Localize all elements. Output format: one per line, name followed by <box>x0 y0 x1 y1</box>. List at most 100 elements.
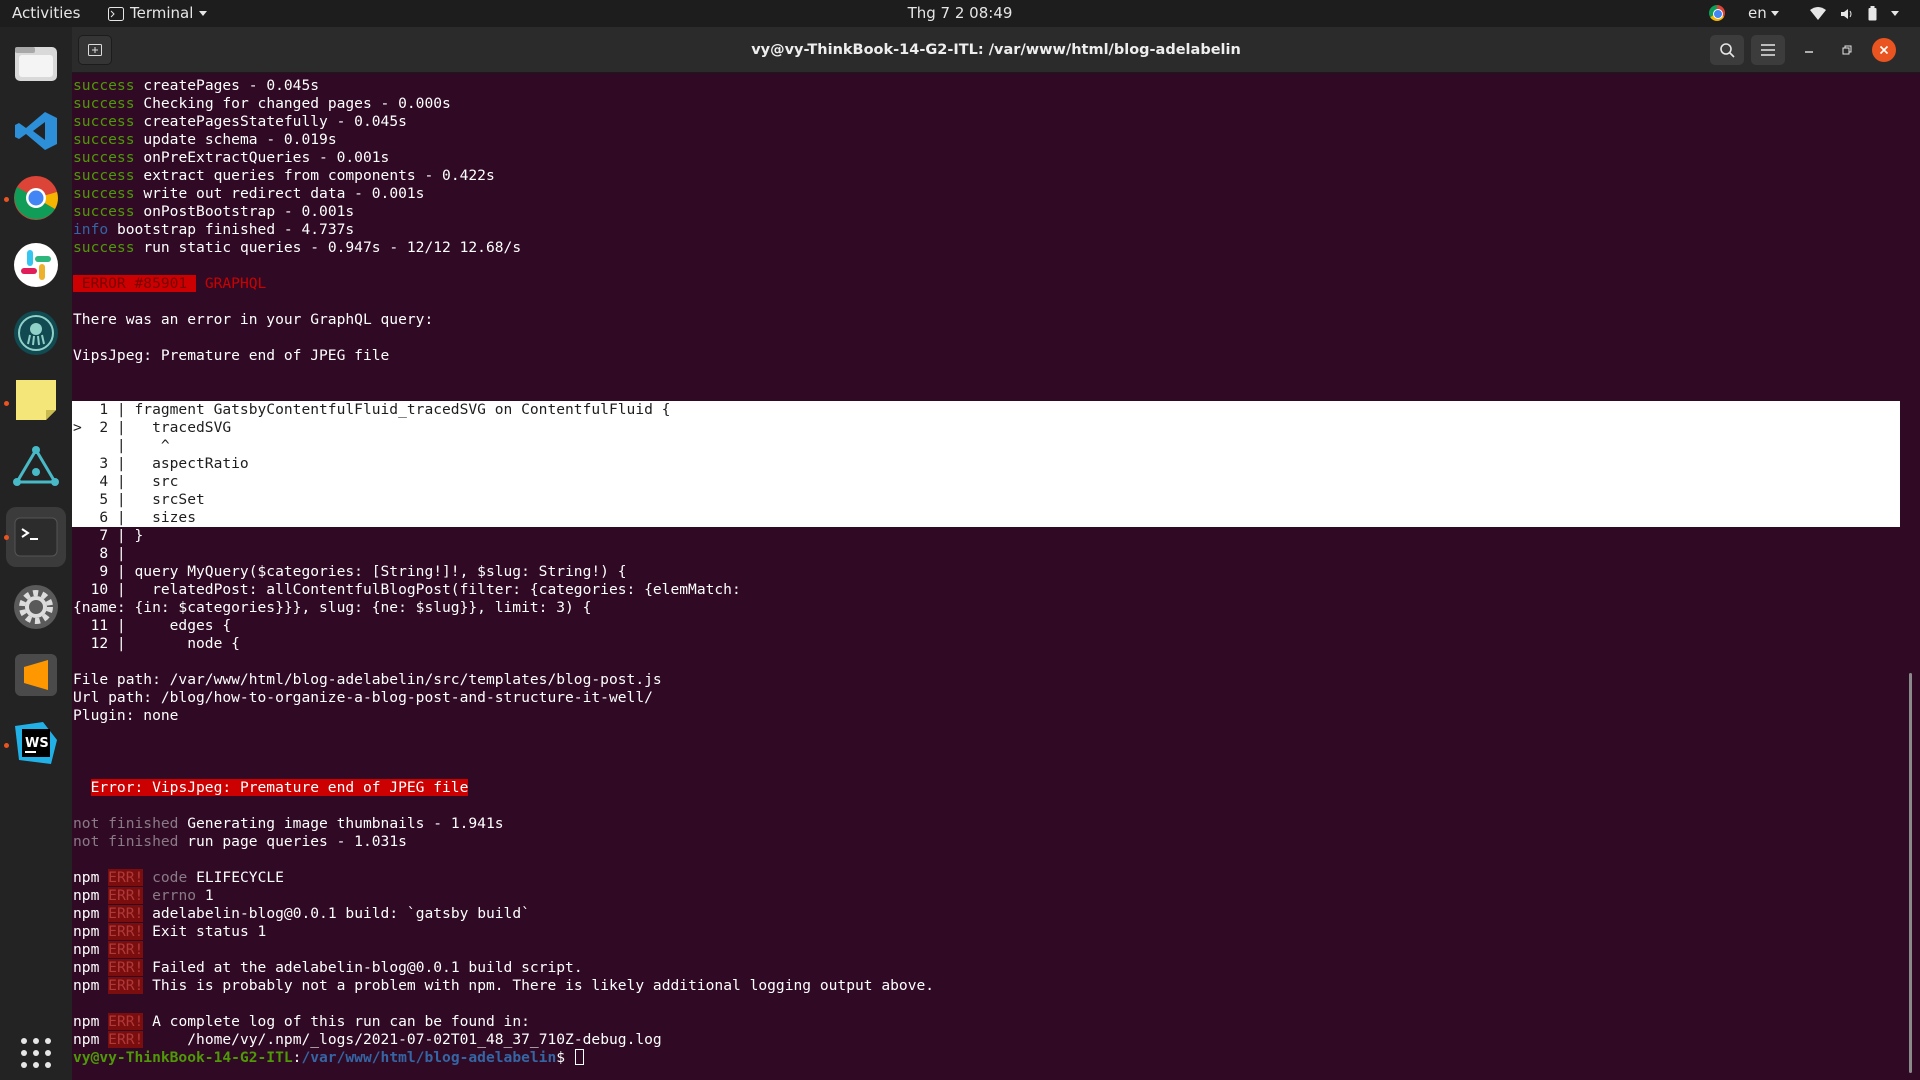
npm-prefix: npm <box>73 887 100 904</box>
npm-prefix: npm <box>73 923 100 940</box>
terminal-icon <box>14 517 58 557</box>
language-label: en <box>1748 4 1767 22</box>
npm-err-badge: ERR! <box>108 959 144 976</box>
step-text: onPostBootstrap - 0.001s <box>143 203 355 220</box>
wifi-icon <box>1810 7 1826 20</box>
running-indicator <box>4 401 9 406</box>
terminal-line: success onPostBootstrap - 0.001s <box>73 203 1900 221</box>
vips-message: VipsJpeg: Premature end of JPEG file <box>73 347 390 364</box>
dock-sticky-notes[interactable] <box>11 375 61 425</box>
npm-value: This is probably not a problem with npm.… <box>152 977 935 994</box>
dock: WS <box>0 27 72 1080</box>
npm-prefix: npm <box>73 941 100 958</box>
error-message: There was an error in your GraphQL query… <box>73 311 434 328</box>
status-success: success <box>73 149 135 166</box>
language-selector[interactable]: en <box>1748 0 1779 27</box>
step-text: write out redirect data - 0.001s <box>143 185 425 202</box>
new-tab-icon <box>88 44 102 56</box>
error-banner: Error: VipsJpeg: Premature end of JPEG f… <box>90 779 469 796</box>
terminal-line: info bootstrap finished - 4.737s <box>73 221 1900 239</box>
prompt-symbol: $ <box>556 1049 574 1066</box>
window-title: vy@vy-ThinkBook-14-G2-ITL: /var/www/html… <box>751 42 1241 58</box>
npm-line: npm ERR! <box>73 941 1900 959</box>
url-path: Url path: /blog/how-to-organize-a-blog-p… <box>73 689 653 706</box>
terminal-line: success extract queries from components … <box>73 167 1900 185</box>
step-text: createPagesStatefully - 0.045s <box>143 113 407 130</box>
npm-prefix: npm <box>73 1031 100 1048</box>
minimize-button[interactable] <box>1794 35 1824 65</box>
terminal-line: success run static queries - 0.947s - 12… <box>73 239 1900 257</box>
terminal-output[interactable]: success createPages - 0.045s success Che… <box>72 73 1920 1080</box>
close-button[interactable] <box>1872 38 1896 62</box>
system-tray[interactable] <box>1810 0 1899 27</box>
dock-terminal[interactable] <box>11 512 61 562</box>
code-line: | ^ <box>72 437 1900 455</box>
error-category: GRAPHQL <box>204 275 267 292</box>
dock-sublime-text[interactable] <box>11 650 61 700</box>
status-not-finished: not finished <box>73 833 179 850</box>
dock-network-app[interactable] <box>11 442 61 492</box>
status-success: success <box>73 167 135 184</box>
running-indicator <box>4 743 9 748</box>
npm-value: A complete log of this run can be found … <box>152 1013 530 1030</box>
terminal-line: success write out redirect data - 0.001s <box>73 185 1900 203</box>
step-text: update schema - 0.019s <box>143 131 337 148</box>
dock-slack[interactable] <box>11 240 61 290</box>
step-text: onPreExtractQueries - 0.001s <box>143 149 390 166</box>
chrome-tray-icon[interactable] <box>1709 5 1725 21</box>
app-menu-label: Terminal <box>130 4 194 22</box>
dock-chrome[interactable] <box>11 173 61 223</box>
step-text: createPages - 0.045s <box>143 77 320 94</box>
new-tab-button[interactable] <box>78 35 112 65</box>
app-menu[interactable]: Terminal <box>108 0 208 27</box>
dock-settings[interactable] <box>11 582 61 632</box>
npm-key: code <box>152 869 188 886</box>
maximize-button[interactable] <box>1832 35 1862 65</box>
status-success: success <box>73 239 135 256</box>
plugin-line: Plugin: none <box>73 707 179 724</box>
status-not-finished: not finished <box>73 815 179 832</box>
running-indicator <box>4 197 9 202</box>
npm-value: Exit status 1 <box>152 923 267 940</box>
npm-line: npm ERR! /home/vy/.npm/_logs/2021-07-02T… <box>73 1031 1900 1049</box>
step-text: Checking for changed pages - 0.000s <box>143 95 451 112</box>
npm-prefix: npm <box>73 905 100 922</box>
files-icon <box>15 47 57 81</box>
window-header: vy@vy-ThinkBook-14-G2-ITL: /var/www/html… <box>72 27 1920 73</box>
npm-err-badge: ERR! <box>108 1013 144 1030</box>
terminal-line: Error: VipsJpeg: Premature end of JPEG f… <box>73 779 1900 797</box>
slack-icon <box>14 243 58 287</box>
file-path: File path: /var/www/html/blog-adelabelin… <box>73 671 662 688</box>
npm-value: 1 <box>204 887 214 904</box>
dock-webstorm[interactable]: WS <box>11 718 61 768</box>
status-success: success <box>73 77 135 94</box>
terminal-line: success createPages - 0.045s <box>73 77 1900 95</box>
dock-vscode[interactable] <box>11 106 61 156</box>
clock[interactable]: Thg 7 2 08:49 <box>908 4 1013 22</box>
chevron-down-icon <box>199 11 208 16</box>
dock-gitkraken[interactable] <box>11 308 61 358</box>
status-success: success <box>73 203 135 220</box>
npm-prefix: npm <box>73 959 100 976</box>
scrollbar[interactable] <box>1909 673 1912 1073</box>
search-button[interactable] <box>1710 35 1744 65</box>
npm-line: npm ERR! A complete log of this run can … <box>73 1013 1900 1031</box>
code-line: 8 | <box>73 545 126 562</box>
text-cursor[interactable] <box>574 1049 584 1065</box>
settings-gear-icon <box>14 585 58 629</box>
dock-files[interactable] <box>11 38 61 88</box>
show-applications-button[interactable] <box>11 1028 61 1078</box>
top-bar: Activities Terminal Thg 7 2 08:49 en <box>0 0 1920 27</box>
hamburger-menu-button[interactable] <box>1751 35 1785 65</box>
activities-button[interactable]: Activities <box>12 0 80 27</box>
npm-value: Failed at the adelabelin-blog@0.0.1 buil… <box>152 959 583 976</box>
npm-prefix: npm <box>73 1013 100 1030</box>
status-info: info <box>73 221 109 238</box>
status-success: success <box>73 185 135 202</box>
npm-value: ELIFECYCLE <box>196 869 284 886</box>
